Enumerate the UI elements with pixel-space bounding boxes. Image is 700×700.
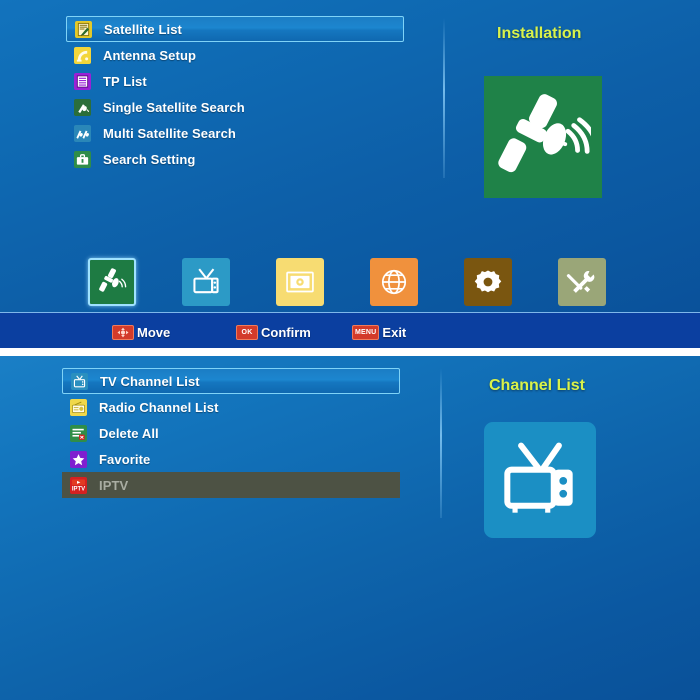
delete-all-icon (70, 424, 87, 442)
tab-channel[interactable] (182, 258, 230, 306)
menu-badge: MENU (352, 324, 380, 340)
menu-item-label: Single Satellite Search (103, 99, 245, 115)
tp-list-icon (74, 72, 91, 90)
menu-item-radio-channel-list[interactable]: Radio Channel List (62, 394, 400, 420)
dpad-icon (112, 324, 134, 340)
multi-search-icon (74, 124, 91, 142)
ok-badge: OK (236, 324, 258, 340)
single-search-icon (74, 98, 91, 116)
satellite-dish-icon (498, 94, 591, 173)
satellite-list-icon (75, 20, 92, 38)
menu-item-label: Multi Satellite Search (103, 125, 236, 141)
hint-confirm: OK Confirm (236, 324, 311, 340)
menu-item-label: Favorite (99, 451, 151, 467)
installation-preview (484, 76, 602, 198)
menu-item-label: IPTV (99, 477, 129, 493)
hint-label: Move (137, 324, 171, 340)
menu-item-label: Antenna Setup (103, 47, 197, 63)
installation-menu: Satellite List Antenna Setup TP List Sin… (66, 16, 404, 172)
menu-item-label: Satellite List (104, 21, 182, 37)
menu-item-label: TP List (103, 73, 147, 89)
hint-exit: MENU Exit (352, 324, 407, 340)
tv-icon (504, 442, 573, 513)
tab-network[interactable] (370, 258, 418, 306)
menu-item-search-setting[interactable]: Search Setting (66, 146, 404, 172)
menu-item-single-satellite-search[interactable]: Single Satellite Search (66, 94, 404, 120)
tv-channel-list-icon (71, 372, 88, 390)
channel-preview (484, 422, 596, 538)
panel-divider (440, 368, 442, 518)
iptv-icon: IPTV (70, 476, 87, 494)
panel-divider (443, 18, 445, 178)
menu-item-multi-satellite-search[interactable]: Multi Satellite Search (66, 120, 404, 146)
tab-media[interactable] (276, 258, 324, 306)
menu-item-iptv[interactable]: IPTV IPTV (62, 472, 400, 498)
menu-item-tp-list[interactable]: TP List (66, 68, 404, 94)
hint-move: Move (112, 324, 171, 340)
radio-channel-list-icon (70, 398, 87, 416)
installation-tabstrip (0, 258, 700, 306)
hint-label: Exit (382, 324, 407, 340)
menu-item-label: TV Channel List (100, 373, 200, 389)
menu-item-delete-all[interactable]: Delete All (62, 420, 400, 446)
channel-menu: TV Channel List Radio Channel List Delet… (62, 368, 400, 498)
menu-item-label: Search Setting (103, 151, 196, 167)
installation-footer: Move OK Confirm MENU Exit (0, 312, 700, 348)
menu-item-tv-channel-list[interactable]: TV Channel List (62, 368, 400, 394)
menu-item-antenna-setup[interactable]: Antenna Setup (66, 42, 404, 68)
tab-tools[interactable] (558, 258, 606, 306)
menu-item-favorite[interactable]: Favorite (62, 446, 400, 472)
menu-item-label: Delete All (99, 425, 159, 441)
menu-item-label: Radio Channel List (99, 399, 219, 415)
page-title: Channel List (489, 377, 586, 394)
menu-item-satellite-list[interactable]: Satellite List (66, 16, 404, 42)
favorite-star-icon (70, 450, 87, 468)
tab-system[interactable] (464, 258, 512, 306)
installation-screen: Satellite List Antenna Setup TP List Sin… (0, 0, 700, 348)
antenna-setup-icon (74, 46, 91, 64)
channel-list-screen: TV Channel List Radio Channel List Delet… (0, 356, 700, 700)
svg-text:IPTV: IPTV (72, 486, 85, 492)
search-setting-icon (74, 150, 91, 168)
tab-installation[interactable] (88, 258, 136, 306)
hint-label: Confirm (261, 324, 311, 340)
page-title: Installation (497, 25, 582, 42)
